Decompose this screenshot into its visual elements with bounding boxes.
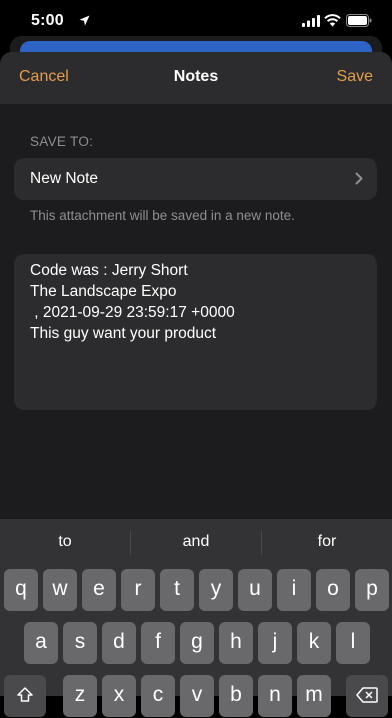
save-to-label: SAVE TO: xyxy=(30,134,94,149)
key-i[interactable]: i xyxy=(277,569,311,611)
keyboard: to and for q w e r t y u i o p a s d f g… xyxy=(0,519,392,717)
cellular-signal-icon xyxy=(302,15,320,27)
suggestion-and[interactable]: and xyxy=(131,533,261,551)
key-y[interactable]: y xyxy=(199,569,233,611)
key-r[interactable]: r xyxy=(121,569,155,611)
navigation-bar: Cancel Notes Save xyxy=(0,52,392,104)
sheet-title: Notes xyxy=(173,68,219,85)
key-k[interactable]: k xyxy=(297,622,331,664)
wifi-icon xyxy=(324,14,341,27)
key-m[interactable]: m xyxy=(297,675,331,717)
suggestion-to[interactable]: to xyxy=(0,533,130,551)
save-button[interactable]: Save xyxy=(337,68,373,86)
key-c[interactable]: c xyxy=(141,675,175,717)
destination-label: New Note xyxy=(30,170,99,187)
key-z[interactable]: z xyxy=(63,675,97,717)
destination-row[interactable]: New Note xyxy=(14,158,377,200)
note-line: This guy want your product xyxy=(30,325,217,342)
key-l[interactable]: l xyxy=(336,622,370,664)
key-p[interactable]: p xyxy=(355,569,389,611)
key-q[interactable]: q xyxy=(4,569,38,611)
status-time: 5:00 xyxy=(31,12,64,29)
delete-key[interactable] xyxy=(346,675,388,717)
save-hint: This attachment will be saved in a new n… xyxy=(30,208,295,223)
key-v[interactable]: v xyxy=(180,675,214,717)
key-a[interactable]: a xyxy=(24,622,58,664)
key-w[interactable]: w xyxy=(43,569,77,611)
note-line: , 2021-09-29 23:59:17 +0000 xyxy=(30,304,235,321)
key-t[interactable]: t xyxy=(160,569,194,611)
location-arrow-icon xyxy=(79,15,90,26)
key-x[interactable]: x xyxy=(102,675,136,717)
suggestion-for[interactable]: for xyxy=(262,533,392,551)
key-n[interactable]: n xyxy=(258,675,292,717)
note-text-editor[interactable]: Code was : Jerry Short The Landscape Exp… xyxy=(14,254,377,410)
key-o[interactable]: o xyxy=(316,569,350,611)
shift-key[interactable] xyxy=(4,675,46,717)
key-s[interactable]: s xyxy=(63,622,97,664)
key-g[interactable]: g xyxy=(180,622,214,664)
key-e[interactable]: e xyxy=(82,569,116,611)
shift-icon xyxy=(17,687,33,702)
note-line: The Landscape Expo xyxy=(30,283,177,300)
key-d[interactable]: d xyxy=(102,622,136,664)
key-b[interactable]: b xyxy=(219,675,253,717)
key-h[interactable]: h xyxy=(219,622,253,664)
battery-icon xyxy=(346,14,372,27)
note-line: Code was : Jerry Short xyxy=(30,262,188,279)
key-u[interactable]: u xyxy=(238,569,272,611)
key-f[interactable]: f xyxy=(141,622,175,664)
key-j[interactable]: j xyxy=(258,622,292,664)
chevron-right-icon xyxy=(355,172,363,185)
delete-icon xyxy=(356,687,378,703)
